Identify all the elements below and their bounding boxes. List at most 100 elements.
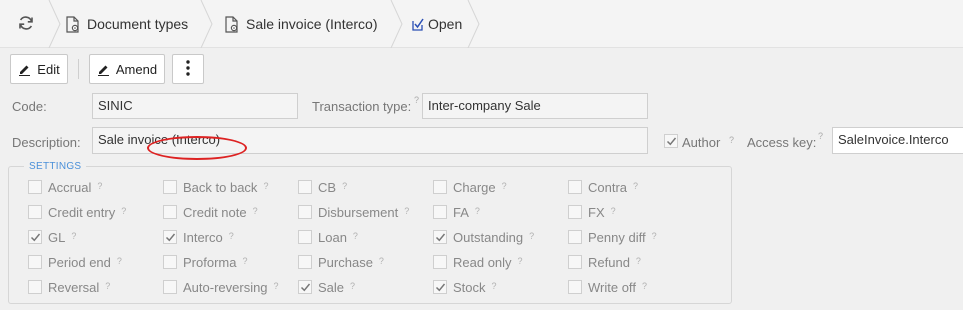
help-hint: ?: [97, 181, 103, 191]
setting-stock[interactable]: Stock?: [433, 278, 497, 296]
setting-checkbox[interactable]: [163, 255, 177, 269]
setting-checkbox[interactable]: [28, 230, 42, 244]
setting-fa[interactable]: FA?: [433, 203, 480, 221]
pencil-icon: [18, 63, 31, 76]
setting-checkbox[interactable]: [568, 230, 582, 244]
setting-gl[interactable]: GL?: [28, 228, 76, 246]
setting-label: Reversal: [48, 279, 100, 295]
setting-label: FA: [453, 204, 469, 220]
breadcrumb-sale-invoice[interactable]: Sale invoice (Interco): [225, 0, 378, 48]
setting-label: FX: [588, 204, 605, 220]
setting-label: Sale: [318, 279, 345, 295]
open-check-icon: [412, 18, 424, 31]
breadcrumb-separator: [467, 0, 481, 48]
setting-label: Proforma: [183, 254, 237, 270]
help-hint: ?: [105, 281, 111, 291]
setting-checkbox[interactable]: [298, 230, 312, 244]
setting-checkbox[interactable]: [163, 180, 177, 194]
setting-checkbox[interactable]: [28, 205, 42, 219]
author-label: Author: [682, 135, 721, 150]
setting-checkbox[interactable]: [433, 280, 447, 294]
more-actions-button[interactable]: [172, 54, 204, 84]
setting-reversal[interactable]: Reversal?: [28, 278, 110, 296]
setting-auto-reversing[interactable]: Auto-reversing?: [163, 278, 279, 296]
code-field[interactable]: SINIC: [92, 93, 298, 119]
setting-outstanding[interactable]: Outstanding?: [433, 228, 534, 246]
document-type-form: Code: SINIC Transaction type: ? Inter-co…: [0, 90, 963, 310]
setting-checkbox[interactable]: [298, 280, 312, 294]
setting-checkbox[interactable]: [28, 280, 42, 294]
help-hint: ?: [474, 206, 480, 216]
setting-sale[interactable]: Sale?: [298, 278, 355, 296]
setting-label: Penny diff: [588, 229, 646, 245]
help-hint: ?: [71, 231, 77, 241]
setting-refund[interactable]: Refund?: [568, 253, 641, 271]
toolbar-divider: [78, 59, 79, 79]
edit-label: Edit: [37, 61, 60, 77]
setting-label: Write off: [588, 279, 636, 295]
setting-cb[interactable]: CB?: [298, 178, 347, 196]
breadcrumb-separator: [390, 0, 404, 48]
setting-credit-entry[interactable]: Credit entry?: [28, 203, 126, 221]
breadcrumb-document-types[interactable]: Document types: [66, 0, 188, 48]
setting-read-only[interactable]: Read only?: [433, 253, 523, 271]
help-hint: ?: [610, 206, 616, 216]
amend-label: Amend: [115, 61, 158, 77]
setting-write-off[interactable]: Write off?: [568, 278, 647, 296]
setting-checkbox[interactable]: [568, 205, 582, 219]
setting-checkbox[interactable]: [163, 280, 177, 294]
amend-button[interactable]: Amend: [89, 54, 165, 84]
setting-loan[interactable]: Loan?: [298, 228, 358, 246]
setting-back-to-back[interactable]: Back to back?: [163, 178, 268, 196]
setting-contra[interactable]: Contra?: [568, 178, 638, 196]
setting-checkbox[interactable]: [568, 255, 582, 269]
setting-penny-diff[interactable]: Penny diff?: [568, 228, 657, 246]
setting-disbursement[interactable]: Disbursement?: [298, 203, 409, 221]
setting-label: Refund: [588, 254, 630, 270]
help-hint: ?: [273, 281, 279, 291]
setting-proforma[interactable]: Proforma?: [163, 253, 247, 271]
setting-checkbox[interactable]: [433, 205, 447, 219]
setting-period-end[interactable]: Period end?: [28, 253, 122, 271]
setting-checkbox[interactable]: [28, 255, 42, 269]
document-settings-icon: [66, 15, 80, 33]
access-key-field[interactable]: SaleInvoice.Interco: [832, 127, 963, 154]
transaction-type-field[interactable]: Inter-company Sale: [422, 93, 648, 119]
setting-checkbox[interactable]: [298, 180, 312, 194]
breadcrumb-separator: [48, 0, 62, 48]
setting-checkbox[interactable]: [298, 205, 312, 219]
breadcrumb-label: Document types: [87, 16, 189, 32]
setting-checkbox[interactable]: [163, 230, 177, 244]
setting-checkbox[interactable]: [433, 230, 447, 244]
setting-charge[interactable]: Charge?: [433, 178, 507, 196]
help-hint: ?: [116, 256, 122, 266]
author-checkbox[interactable]: [664, 134, 678, 148]
settings-legend: SETTINGS: [24, 161, 87, 172]
pencil-icon: [97, 63, 110, 76]
setting-label: Credit note: [183, 204, 247, 220]
setting-checkbox[interactable]: [298, 255, 312, 269]
edit-button[interactable]: Edit: [10, 54, 68, 84]
help-hint: ?: [404, 206, 410, 216]
help-hint: ?: [414, 95, 420, 105]
help-hint: ?: [635, 256, 641, 266]
setting-checkbox[interactable]: [163, 205, 177, 219]
setting-checkbox[interactable]: [28, 180, 42, 194]
setting-label: Back to back: [183, 179, 258, 195]
toolbar: Edit Amend: [0, 48, 963, 90]
setting-checkbox[interactable]: [568, 280, 582, 294]
setting-accrual[interactable]: Accrual?: [28, 178, 102, 196]
breadcrumb-open[interactable]: Open: [412, 0, 462, 48]
setting-fx[interactable]: FX?: [568, 203, 616, 221]
breadcrumb-label: Open: [428, 16, 463, 32]
help-hint: ?: [352, 231, 358, 241]
setting-interco[interactable]: Interco?: [163, 228, 234, 246]
setting-label: Disbursement: [318, 204, 399, 220]
setting-checkbox[interactable]: [433, 255, 447, 269]
setting-checkbox[interactable]: [568, 180, 582, 194]
setting-credit-note[interactable]: Credit note?: [163, 203, 258, 221]
setting-checkbox[interactable]: [433, 180, 447, 194]
setting-purchase[interactable]: Purchase?: [298, 253, 384, 271]
refresh-button[interactable]: [16, 0, 36, 48]
help-hint: ?: [228, 231, 234, 241]
